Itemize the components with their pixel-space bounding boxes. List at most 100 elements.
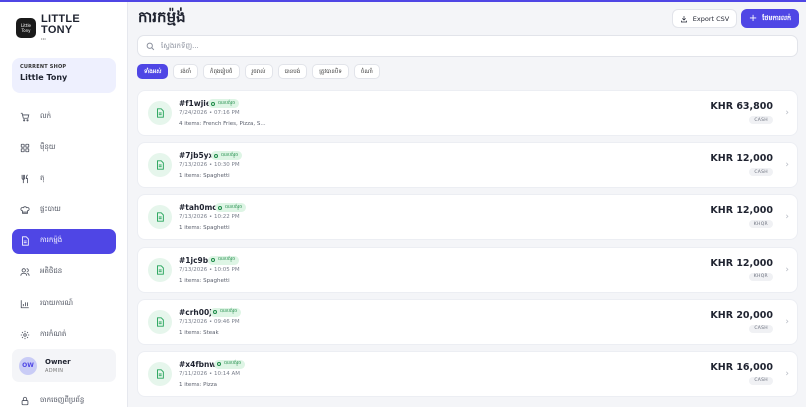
filter-chip-preparing[interactable]: កំពុងរៀបចំ xyxy=(202,64,240,79)
check-circle-icon xyxy=(218,205,222,210)
filter-chip-ready[interactable]: រួចរាល់ xyxy=(244,64,273,79)
order-items: 1 items: Spaghetti xyxy=(179,277,230,284)
export-csv-label: Export CSV xyxy=(692,14,730,23)
payment-method-badge: CASH xyxy=(749,324,773,333)
status-badge-label: បានបង់រួច xyxy=(218,257,236,263)
new-sale-button[interactable]: + ថែមការលក់ xyxy=(741,9,799,28)
sidebar-item-label: លក់ xyxy=(40,111,52,120)
order-amount: KHR 12,000 xyxy=(710,257,773,269)
order-id: #1jc9br xyxy=(179,255,212,265)
order-time: 7/11/2026 • 10:14 AM xyxy=(179,370,241,377)
lock-icon xyxy=(21,396,29,406)
sidebar-item-menu[interactable]: ម៉ឺនុយ xyxy=(12,135,116,160)
sidebar-item-sell[interactable]: លក់ xyxy=(12,104,116,129)
order-list: #f1wjie បានបង់រួច 7/24/2026 • 07:16 PM 4… xyxy=(137,90,798,403)
order-id: #f1wjie xyxy=(179,99,211,108)
current-shop-card[interactable]: CURRENT SHOP Little Tony xyxy=(12,58,116,93)
filter-chip-pending[interactable]: រង់ចាំ xyxy=(173,64,198,79)
status-badge-label: បានបង់រួច xyxy=(218,100,236,106)
order-row[interactable]: #7jb5yx បានបង់រួច 7/13/2026 • 10:30 PM 1… xyxy=(137,142,798,189)
plus-icon: + xyxy=(748,13,758,24)
sidebar-item-label: ការកម្ម៉ង់ xyxy=(40,236,63,245)
document-icon xyxy=(148,153,172,178)
status-badge: បានបង់រួច xyxy=(208,99,240,108)
sidebar-item-orders[interactable]: ការកម្ម៉ង់ xyxy=(12,228,116,254)
page-title: ការកម្ម៉ង់ xyxy=(138,8,186,26)
order-items: 1 items: Spaghetti xyxy=(179,225,230,232)
brand-name: LITTLE TONY ••• xyxy=(41,14,80,42)
sidebar-item-label: តុ xyxy=(40,173,45,182)
order-id: #tah0mc xyxy=(179,203,217,213)
sidebar-item-customers[interactable]: អតិថិជន xyxy=(12,260,116,285)
chart-icon xyxy=(20,299,30,309)
sidebar-item-settings[interactable]: ការកំណត់ xyxy=(12,322,116,347)
current-shop-name: Little Tony xyxy=(20,73,68,82)
status-badge-label: បានបង់រួច xyxy=(225,204,243,210)
filter-chip-closed[interactable]: ត្រូវបានបិទ xyxy=(312,64,349,79)
status-badge: បានបង់រួច xyxy=(208,255,240,265)
search-input[interactable] xyxy=(161,42,761,50)
order-amount: KHR 12,000 xyxy=(710,153,773,165)
receipt-icon xyxy=(20,236,30,246)
sidebar-item-tables[interactable]: តុ xyxy=(12,166,116,191)
document-icon xyxy=(148,309,172,334)
payment-method-badge: CASH xyxy=(749,116,773,124)
chevron-right-icon: › xyxy=(785,316,789,327)
current-shop-caption: CURRENT SHOP xyxy=(20,64,67,70)
sidebar-item-label: របាយការណ៍ xyxy=(40,298,73,307)
user-name: Owner xyxy=(45,357,71,366)
user-card[interactable]: OW Owner ADMIN xyxy=(12,349,116,382)
chevron-right-icon: › xyxy=(785,264,789,275)
order-items: 1 items: Steak xyxy=(179,329,219,336)
status-filter-tabs: ទាំងអស់ រង់ចាំ កំពុងរៀបចំ រួចរាល់ បានបង់… xyxy=(137,64,385,79)
status-badge: បានបង់រួច xyxy=(215,203,247,213)
status-badge-label: បានបង់រួច xyxy=(220,309,238,315)
check-circle-icon xyxy=(211,101,215,106)
order-id: #7jb5yx xyxy=(179,151,214,161)
brand[interactable]: Little Tony LITTLE TONY ••• xyxy=(16,14,80,41)
status-badge: បានបង់រួច xyxy=(210,307,242,317)
status-badge-label: បានបង់រួច xyxy=(224,361,242,367)
order-items: 4 items: French Fries, Pizza, S... xyxy=(179,121,266,127)
chevron-right-icon: › xyxy=(785,108,789,118)
new-sale-label: ថែមការលក់ xyxy=(762,13,792,22)
document-icon xyxy=(148,101,172,125)
payment-method-badge: CASH xyxy=(749,376,773,385)
order-amount: KHR 12,000 xyxy=(710,205,773,217)
user-info: Owner ADMIN xyxy=(45,358,71,374)
document-icon xyxy=(148,361,172,386)
order-row[interactable]: #crh00j បានបង់រួច 7/13/2026 • 09:46 PM 1… xyxy=(137,298,798,345)
order-row[interactable]: #x4fbnw បានបង់រួច 7/11/2026 • 10:14 AM 1… xyxy=(137,350,798,397)
filter-chip-notes[interactable]: ចំណាំ xyxy=(353,64,380,79)
utensils-icon xyxy=(20,174,30,184)
order-row[interactable]: #1jc9br បានបង់រួច 7/13/2026 • 10:05 PM 1… xyxy=(137,246,798,293)
brand-logo: Little Tony xyxy=(16,17,36,38)
order-items: 1 items: Spaghetti xyxy=(179,173,230,180)
logout-button[interactable]: ចាកចេញពីប្រព័ន្ធ xyxy=(20,396,84,406)
sidebar-item-kitchen[interactable]: ផ្ទះបាយ xyxy=(12,198,116,223)
status-badge: បានបង់រួច xyxy=(211,151,243,161)
chevron-right-icon: › xyxy=(785,160,789,171)
export-csv-button[interactable]: Export CSV xyxy=(672,9,737,28)
order-row[interactable]: #f1wjie បានបង់រួច 7/24/2026 • 07:16 PM 4… xyxy=(137,90,798,136)
sidebar-item-reports[interactable]: របាយការណ៍ xyxy=(12,291,116,316)
payment-method-badge: CASH xyxy=(749,168,773,177)
order-row[interactable]: #tah0mc បានបង់រួច 7/13/2026 • 10:22 PM 1… xyxy=(137,194,798,241)
order-id: #crh00j xyxy=(179,307,212,317)
status-badge: បានបង់រួច xyxy=(214,359,246,369)
cart-icon xyxy=(20,112,30,122)
gear-icon xyxy=(20,330,30,340)
filter-chip-paid[interactable]: បានបង់ xyxy=(277,64,308,79)
search-bar xyxy=(137,35,798,57)
filter-chip-all[interactable]: ទាំងអស់ xyxy=(137,64,169,79)
check-circle-icon xyxy=(211,258,215,263)
brand-name-line2: TONY xyxy=(41,24,73,36)
status-badge-label: បានបង់រួច xyxy=(221,152,239,158)
search-icon xyxy=(146,42,155,50)
chevron-right-icon: › xyxy=(785,212,789,223)
sidebar-nav: លក់ ម៉ឺនុយ តុ ផ្ទះបាយ ការកម្ម៉ង់ អតិថិជន… xyxy=(12,104,116,354)
sidebar-item-label: អតិថិជន xyxy=(40,267,63,276)
check-circle-icon xyxy=(214,153,218,158)
grid-icon xyxy=(20,143,30,153)
check-circle-icon xyxy=(213,310,217,315)
